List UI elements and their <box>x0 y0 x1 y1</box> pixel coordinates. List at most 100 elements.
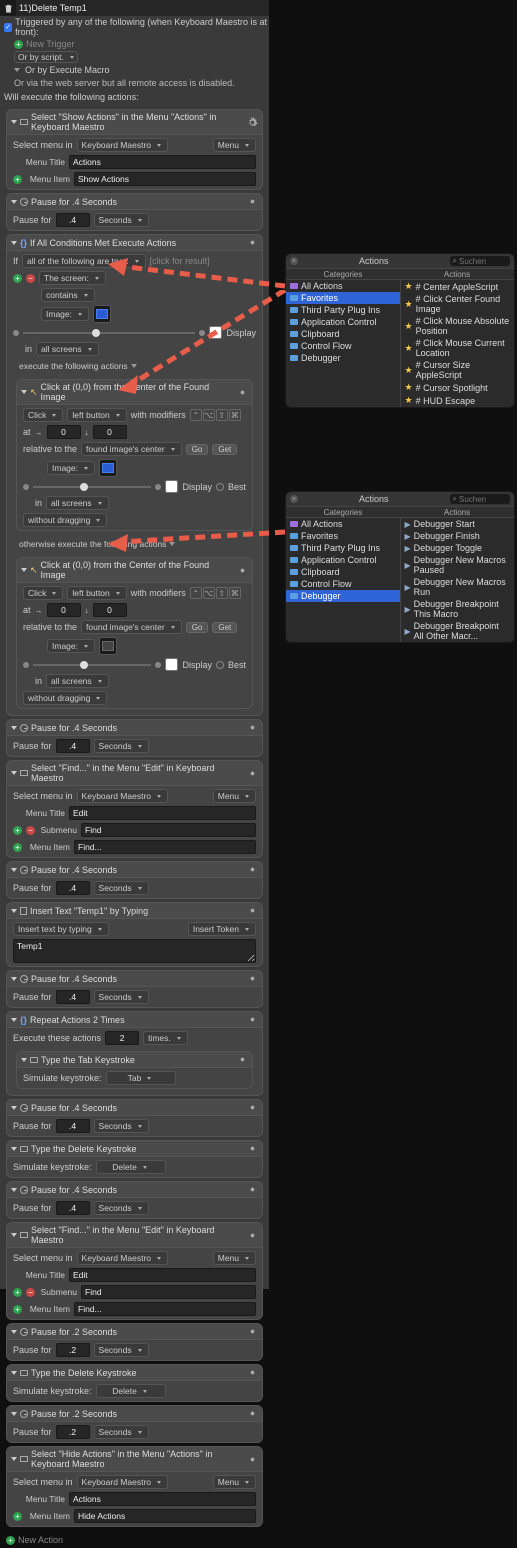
enable-checkbox[interactable] <box>4 23 12 32</box>
gear-icon[interactable] <box>247 768 258 779</box>
fuzz-slider[interactable] <box>33 664 151 666</box>
contains-dropdown[interactable]: contains <box>41 288 95 302</box>
go-button[interactable]: Go <box>186 622 209 633</box>
menu-item-field[interactable] <box>74 172 256 186</box>
x-field[interactable] <box>47 425 81 439</box>
action-item[interactable]: ▶Debugger Finish <box>401 530 515 542</box>
category-item[interactable]: Third Party Plug Ins <box>286 304 400 316</box>
image-well[interactable] <box>99 459 117 477</box>
image-well[interactable] <box>99 637 117 655</box>
or-by-script[interactable]: Or by script. <box>14 51 78 63</box>
close-button[interactable]: × <box>290 257 298 265</box>
unit-dropdown[interactable]: Seconds <box>94 213 149 227</box>
y-field[interactable] <box>93 425 127 439</box>
chevron-down-icon[interactable] <box>14 68 20 72</box>
action-item[interactable]: ★# Cursor Size AppleScript <box>401 359 515 381</box>
screens-dd[interactable]: all screens <box>46 496 109 510</box>
disclosure-toggle[interactable] <box>21 568 27 572</box>
repeat-count[interactable] <box>105 1031 139 1045</box>
add-row[interactable]: + <box>13 175 22 184</box>
pause-value[interactable] <box>56 739 90 753</box>
category-item[interactable]: Clipboard <box>286 566 400 578</box>
gear-icon[interactable] <box>247 196 258 207</box>
gear-icon[interactable] <box>237 565 248 576</box>
go-button[interactable]: Go <box>186 444 209 455</box>
relative-dd[interactable]: found image's center <box>81 620 182 634</box>
category-item[interactable]: Favorites <box>286 292 400 304</box>
search-field[interactable]: ⌕ <box>450 256 510 266</box>
gear-icon[interactable] <box>247 905 258 916</box>
action-item[interactable]: ▶Debugger Breakpoint All Other Macr... <box>401 620 515 642</box>
close-button[interactable]: × <box>290 495 298 503</box>
cond-dropdown[interactable]: The screen: <box>39 271 106 285</box>
menu-title-field[interactable] <box>69 155 256 169</box>
app-dropdown[interactable]: Keyboard Maestro <box>77 138 168 152</box>
category-item[interactable]: Debugger <box>286 590 400 602</box>
menu-item-field[interactable] <box>74 840 256 854</box>
chevron-down-icon[interactable] <box>131 364 137 368</box>
get-button[interactable]: Get <box>212 444 237 455</box>
disclosure-toggle[interactable] <box>11 241 17 245</box>
modifiers[interactable]: ⌃⌥⇧⌘ <box>190 587 241 599</box>
disclosure-toggle[interactable] <box>11 200 17 204</box>
button-dd[interactable]: left button <box>67 586 126 600</box>
category-item[interactable]: All Actions <box>286 280 400 292</box>
action-item[interactable]: ★# HUD Escape <box>401 394 515 407</box>
drag-dd[interactable]: without dragging <box>23 691 107 705</box>
col-categories[interactable]: Categories <box>286 269 400 279</box>
button-dd[interactable]: left button <box>67 408 126 422</box>
display-check[interactable] <box>209 326 222 339</box>
key-field[interactable]: Delete <box>96 1160 166 1174</box>
action-item[interactable]: ★# Center AppleScript <box>401 280 515 293</box>
x-field[interactable] <box>47 603 81 617</box>
category-item[interactable]: Clipboard <box>286 328 400 340</box>
category-item[interactable]: Control Flow <box>286 340 400 352</box>
image-lbl[interactable]: Image: <box>47 461 95 475</box>
display-check[interactable] <box>165 480 178 493</box>
menu-dropdown[interactable]: Menu <box>213 138 256 152</box>
new-trigger[interactable]: New Trigger <box>26 39 75 49</box>
add-action-button[interactable]: + <box>6 1536 15 1545</box>
macro-title-field[interactable] <box>16 2 269 14</box>
image-lbl[interactable]: Image: <box>41 307 89 321</box>
relative-dd[interactable]: found image's center <box>81 442 182 456</box>
best-radio[interactable] <box>216 483 224 491</box>
pause-value[interactable] <box>56 213 90 227</box>
category-item[interactable]: Application Control <box>286 554 400 566</box>
insert-token[interactable]: Insert Token <box>188 922 256 936</box>
category-item[interactable]: Third Party Plug Ins <box>286 542 400 554</box>
gear-icon[interactable] <box>247 237 258 248</box>
chevron-down-icon[interactable] <box>169 542 175 546</box>
click-dd[interactable]: Click <box>23 586 63 600</box>
remove-cond[interactable]: − <box>26 274 35 283</box>
gear-icon[interactable] <box>247 117 258 128</box>
action-item[interactable]: ★# Click Mouse Absolute Position <box>401 315 515 337</box>
search-field[interactable]: ⌕ <box>450 494 510 504</box>
insert-text-field[interactable] <box>13 939 256 963</box>
modifiers[interactable]: ⌃⌥⇧⌘ <box>190 409 241 421</box>
key-field[interactable]: Tab <box>106 1071 176 1085</box>
drag-dd[interactable]: without dragging <box>23 513 107 527</box>
gear-icon[interactable] <box>247 864 258 875</box>
gear-icon[interactable] <box>237 387 248 398</box>
action-item[interactable]: ▶Debugger Toggle <box>401 542 515 554</box>
screens-dd[interactable]: all screens <box>46 674 109 688</box>
category-item[interactable]: Application Control <box>286 316 400 328</box>
image-well[interactable] <box>93 305 111 323</box>
category-item[interactable]: Favorites <box>286 530 400 542</box>
if-mode-dropdown[interactable]: all of the following are true: <box>22 254 146 268</box>
display-check[interactable] <box>165 658 178 671</box>
action-item[interactable]: ▶Debugger New Macros Run <box>401 576 515 598</box>
submenu-field[interactable] <box>81 823 256 837</box>
gear-icon[interactable] <box>247 722 258 733</box>
screens-dropdown[interactable]: all screens <box>36 342 99 356</box>
action-item[interactable]: ★# Click Center Found Image <box>401 293 515 315</box>
col-actions[interactable]: Actions <box>400 269 514 279</box>
fuzz-slider[interactable] <box>23 332 195 334</box>
action-item[interactable]: ★# Click Mouse Current Location <box>401 337 515 359</box>
new-action-label[interactable]: New Action <box>18 1535 63 1545</box>
add-cond[interactable]: + <box>13 274 22 283</box>
y-field[interactable] <box>93 603 127 617</box>
category-item[interactable]: Debugger <box>286 352 400 364</box>
category-item[interactable]: All Actions <box>286 518 400 530</box>
